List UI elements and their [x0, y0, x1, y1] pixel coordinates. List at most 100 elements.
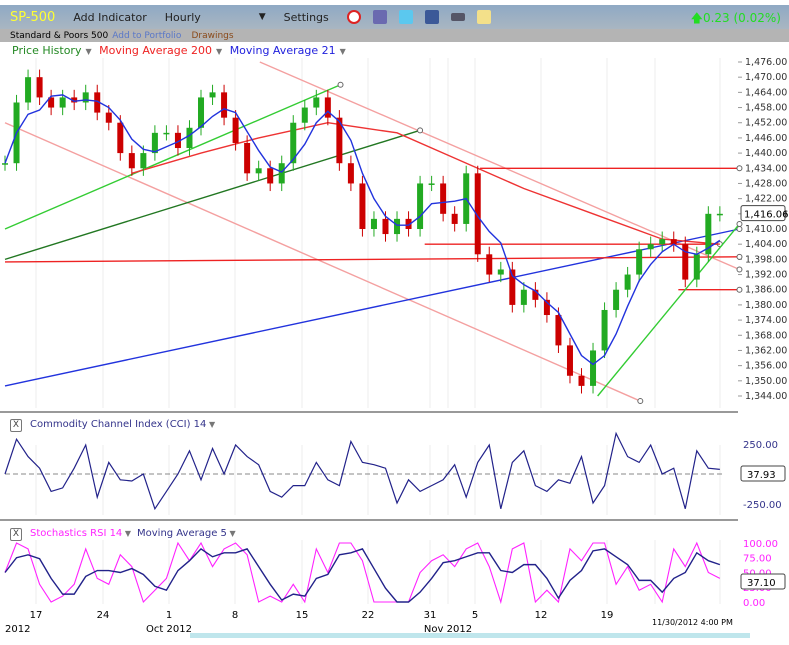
price-tick-label: 1,386.00: [745, 285, 787, 296]
month-label: Oct 2012: [146, 624, 192, 635]
candle: [682, 244, 689, 280]
stoch-last: 37.10: [747, 578, 776, 589]
price-tick-label: 1,392.00: [745, 270, 787, 281]
candle: [255, 168, 262, 174]
candle: [659, 239, 666, 245]
price-tick-label: 1,356.00: [745, 361, 787, 372]
candle: [382, 218, 389, 235]
candle: [151, 132, 158, 154]
price-tick-label: 1,434.00: [745, 163, 787, 174]
candle: [163, 132, 170, 135]
candle: [278, 163, 285, 184]
stoch-rsi-line: [4, 541, 721, 605]
date-tick-label: 19: [601, 610, 614, 621]
price-tick-label: 1,398.00: [745, 254, 787, 265]
price-tick-label: 1,344.00: [745, 391, 787, 402]
candle: [209, 92, 216, 98]
candle: [578, 375, 585, 386]
stoch-tick-label: 75.00: [743, 554, 772, 565]
stoch-tick-label: 100.00: [743, 539, 778, 550]
candle: [716, 213, 723, 216]
candle: [370, 218, 377, 229]
date-tick-label: 5: [472, 610, 478, 621]
candle: [601, 309, 608, 351]
price-tick-label: 1,470.00: [745, 72, 787, 83]
candle: [186, 127, 193, 149]
candle: [417, 183, 424, 229]
candle: [394, 218, 401, 235]
price-tick-label: 1,422.00: [745, 194, 787, 205]
candle: [313, 97, 320, 108]
price-tick-label: 1,452.00: [745, 118, 787, 129]
candle: [244, 142, 251, 174]
price-tick-label: 1,476.00: [745, 57, 787, 68]
candle: [324, 97, 331, 118]
candle: [647, 244, 654, 250]
candle: [221, 92, 228, 118]
candle: [359, 183, 366, 229]
candle: [486, 254, 493, 275]
candle: [25, 77, 32, 103]
date-tick-label: 24: [97, 610, 110, 621]
trendline: [4, 228, 740, 387]
trendline: [4, 256, 740, 263]
price-tick-label: 1,380.00: [745, 300, 787, 311]
candle: [2, 163, 8, 165]
candle: [693, 254, 700, 280]
price-tick-label: 1,374.00: [745, 315, 787, 326]
candle: [198, 97, 205, 128]
date-tick-label: 31: [424, 610, 437, 621]
date-tick-label: 15: [296, 610, 309, 621]
cci-tick-label: 250.00: [743, 440, 778, 451]
trendline-handle: [736, 266, 743, 273]
trendline-handle: [736, 226, 743, 232]
price-tick-label: 1,464.00: [745, 87, 787, 98]
candle: [301, 107, 308, 123]
date-tick-label: 17: [30, 610, 43, 621]
date-tick-label: 1: [166, 610, 172, 621]
price-tick-label: 1,458.00: [745, 103, 787, 114]
date-tick-label: 12: [535, 610, 548, 621]
trendline-handle: [417, 127, 424, 134]
price-tick-label: 1,350.00: [745, 376, 787, 387]
date-tick-label: 22: [362, 610, 375, 621]
price-tick-label: 1,410.00: [745, 224, 787, 235]
cci-line: [4, 431, 720, 511]
price-tick-label: 1,362.00: [745, 345, 787, 356]
scrollbar[interactable]: [190, 633, 750, 638]
trendline-handle: [736, 220, 743, 227]
candle: [232, 117, 239, 143]
timestamp: 11/30/2012 4:00 PM: [652, 618, 733, 627]
candle: [59, 97, 66, 108]
stoch-tick-label: 0.00: [743, 598, 765, 609]
candle: [440, 183, 447, 214]
price-tick-label: 1,428.00: [745, 178, 787, 189]
price-tick-label: 1,440.00: [745, 148, 787, 159]
candle: [613, 289, 620, 310]
candle: [428, 183, 435, 185]
candle: [497, 269, 504, 275]
candle: [566, 345, 573, 376]
candle: [128, 153, 135, 169]
trendline-handle: [736, 286, 743, 293]
price-tick-label: 1,368.00: [745, 330, 787, 341]
date-tick-label: 8: [232, 610, 238, 621]
trendline-handle: [736, 165, 743, 172]
candle: [451, 213, 458, 224]
trendline-handle: [637, 398, 644, 405]
candle: [555, 315, 562, 346]
month-label: 2012: [5, 624, 30, 635]
price-tick-label: 1,446.00: [745, 133, 787, 144]
last-price: 1,416.06: [744, 210, 789, 221]
candle: [624, 274, 631, 290]
candle: [267, 168, 274, 184]
candle: [520, 289, 527, 305]
cci-last: 37.93: [747, 470, 776, 481]
candle: [140, 153, 147, 169]
trendline-handle: [337, 81, 344, 88]
candle: [636, 249, 643, 275]
chart-canvas[interactable]: 1,476.00 1,470.00 1,464.00 1,458.00 1,452.00…: [0, 0, 789, 645]
trendline-handle: [736, 253, 743, 260]
candle: [82, 92, 89, 103]
candle: [117, 122, 124, 154]
